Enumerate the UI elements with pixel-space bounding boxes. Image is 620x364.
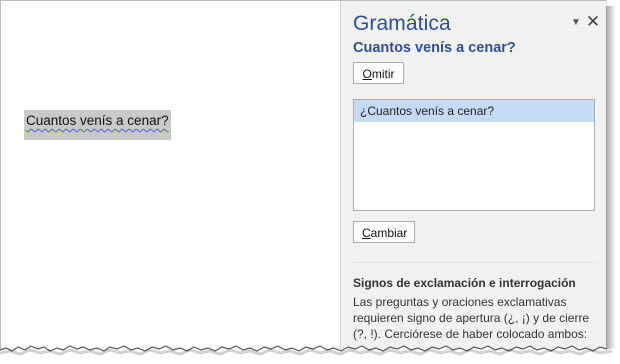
document-area[interactable]: Cuantos venís a cenar? bbox=[0, 0, 341, 350]
suggestion-item[interactable]: ¿Cuantos venís a cenar? bbox=[354, 100, 594, 122]
selected-sentence[interactable]: Cuantos venís a cenar? bbox=[24, 110, 171, 140]
triangle-down-icon[interactable]: ▼ bbox=[569, 16, 583, 30]
torn-edge bbox=[0, 345, 620, 364]
omit-accelerator: O bbox=[362, 67, 372, 81]
explanation-heading: Signos de exclamación e interrogación bbox=[353, 276, 576, 290]
pane-title: Gramática bbox=[353, 12, 451, 35]
word-window: Cuantos venís a cenar? Gramática ▼ ✕ Cua… bbox=[0, 0, 608, 364]
suggestions-list[interactable]: ¿Cuantos venís a cenar? bbox=[353, 99, 595, 211]
window-shadow bbox=[606, 6, 616, 356]
explanation-body: Las preguntas y oraciones exclamativas r… bbox=[353, 295, 590, 341]
close-icon[interactable]: ✕ bbox=[585, 12, 601, 32]
omit-button[interactable]: Omitir bbox=[353, 62, 404, 84]
error-sentence: Cuantos venís a cenar? bbox=[353, 40, 516, 56]
window-border-left bbox=[0, 0, 1, 350]
grammar-pane: Gramática ▼ ✕ Cuantos venís a cenar? Omi… bbox=[341, 0, 607, 350]
window-border-top bbox=[0, 0, 607, 1]
change-accelerator: C bbox=[362, 226, 371, 240]
omit-label-rest: mitir bbox=[371, 67, 395, 81]
change-label-rest: ambiar bbox=[370, 226, 408, 240]
divider bbox=[353, 262, 595, 263]
document-sentence-text: Cuantos venís a cenar? bbox=[26, 113, 169, 128]
change-button[interactable]: Cambiar bbox=[353, 221, 415, 243]
